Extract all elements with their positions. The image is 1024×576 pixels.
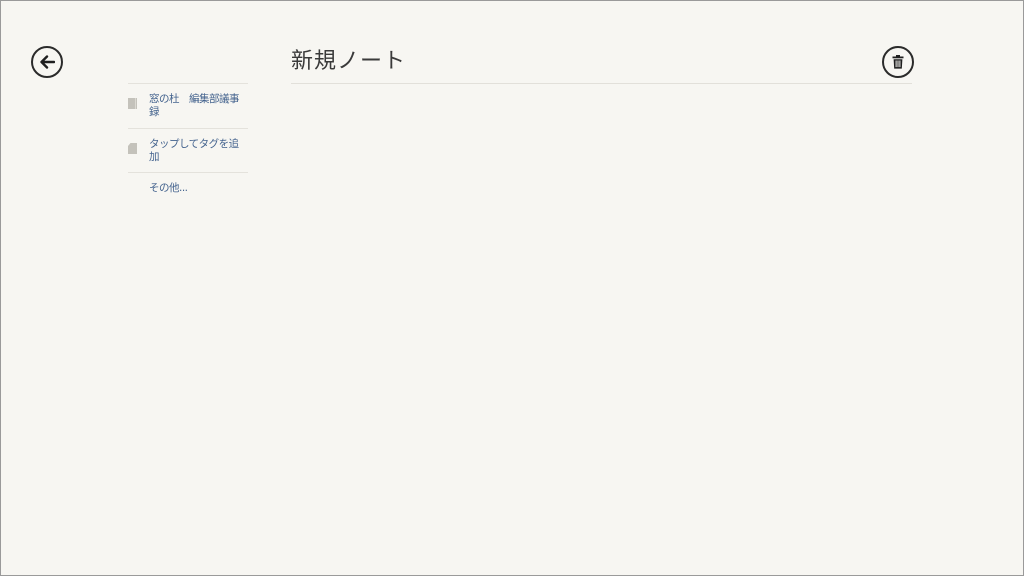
more-label: その他... [149,182,188,194]
add-tag-button[interactable]: タップしてタグを追加 [128,129,248,172]
trash-icon [892,55,904,69]
note-sidebar: 窓の杜 編集部議事録 タップしてタグを追加 その他... [128,83,248,195]
tag-icon [128,139,137,154]
notebook-selector[interactable]: 窓の杜 編集部議事録 [128,84,248,128]
notebook-icon [128,94,137,109]
title-divider [291,83,912,84]
note-title[interactable]: 新規ノート [291,43,406,75]
back-button[interactable] [31,46,63,78]
more-button[interactable]: その他... [128,173,248,195]
notebook-label: 窓の杜 編集部議事録 [149,93,240,118]
arrow-left-icon [39,55,55,69]
add-tag-label: タップしてタグを追加 [149,138,239,163]
delete-button[interactable] [882,46,914,78]
